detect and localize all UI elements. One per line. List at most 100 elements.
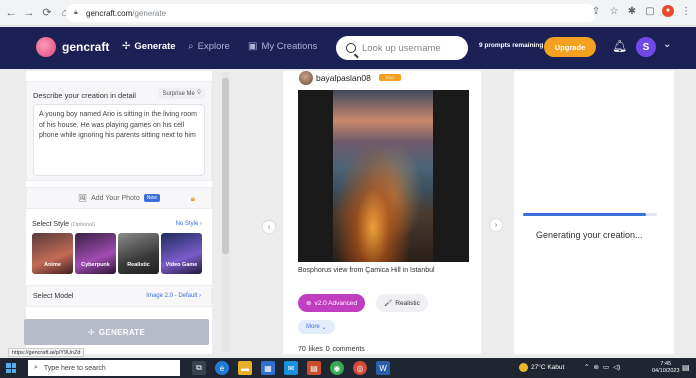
nav-my-creations[interactable]: ▣ My Creations: [248, 41, 317, 52]
style-chip[interactable]: 🖌︎ Realistic: [376, 294, 428, 312]
app-header: gencraft ✢ Generate ⌕ Explore ▣ My Creat…: [0, 27, 696, 69]
clock-date: 04/10/2023: [652, 368, 680, 374]
forward-icon[interactable]: →: [22, 6, 36, 20]
chevron-down-icon[interactable]: ⌄: [663, 39, 671, 50]
store-icon[interactable]: ▦: [261, 361, 275, 375]
menu-dots-icon[interactable]: ⋮: [680, 6, 692, 17]
model-value[interactable]: Image 2.0 - Default ›: [146, 293, 201, 299]
bookmark-star-icon[interactable]: ☆: [608, 6, 620, 17]
chevron-down-icon: ⌄: [321, 324, 327, 331]
creation-image[interactable]: [298, 90, 469, 262]
windows-start-icon[interactable]: [6, 363, 16, 373]
share-icon[interactable]: ⇪: [590, 6, 602, 17]
prompt-textarea[interactable]: A young boy named Ario is sitting in the…: [33, 104, 205, 176]
model-chip-label: v2.0 Advanced: [314, 299, 358, 307]
extensions-icon[interactable]: ✱: [626, 6, 638, 17]
no-style-link[interactable]: No Style ›: [176, 221, 202, 227]
image-icon: 🖼︎: [78, 195, 88, 202]
volume-icon[interactable]: ◁): [613, 363, 620, 371]
chevron-up-icon[interactable]: ⌃: [584, 363, 589, 371]
panel-scrollbar-thumb[interactable]: [222, 78, 229, 254]
username-search-input[interactable]: Look up username: [336, 36, 468, 60]
search-icon: [346, 43, 356, 53]
url-path: /generate: [132, 8, 167, 18]
brand-logo[interactable]: gencraft: [36, 37, 109, 57]
mail-icon[interactable]: ✉: [284, 361, 298, 375]
window-icon[interactable]: ▢: [644, 6, 656, 17]
style-video-game[interactable]: Video Game: [161, 233, 202, 274]
prompts-remaining: 9 prompts remaining: [479, 42, 544, 49]
nav-creations-label: My Creations: [261, 41, 318, 52]
sparkle-icon: ✢: [122, 41, 131, 52]
gencraft-logo-icon: [36, 37, 56, 57]
reload-icon[interactable]: ⟳: [40, 6, 54, 20]
more-label: More: [306, 324, 320, 330]
bosphorus-image: [333, 90, 433, 262]
add-photo-label: Add Your Photo: [91, 194, 140, 202]
comments-count[interactable]: 0 comments: [326, 346, 365, 353]
image-caption: Bosphorus view from Çamica Hill in Istan…: [298, 267, 435, 274]
task-view-icon[interactable]: ⧉: [192, 361, 206, 375]
lock-icon: 🔒︎: [74, 9, 78, 16]
likes-count[interactable]: 70 likes: [298, 346, 323, 353]
creation-panel: Describe your creation in detail Surpris…: [26, 71, 212, 354]
select-style-label: Select Style: [32, 221, 69, 228]
generation-status-pane: Generating your creation...: [514, 71, 674, 354]
bell-icon[interactable]: 🔔︎: [612, 39, 627, 53]
add-photo-button[interactable]: 🖼︎ Add Your Photo New 🔒︎: [26, 187, 212, 209]
chrome-icon[interactable]: ◉: [330, 361, 344, 375]
pinned-apps: ⧉ e ▬ ▦ ✉ ▤ ◉ ◎ W: [192, 361, 390, 375]
back-icon[interactable]: ←: [4, 6, 18, 20]
nav-generate[interactable]: ✢ Generate: [122, 41, 176, 52]
generate-button[interactable]: ✢ GENERATE: [24, 319, 209, 345]
model-value-label: Image 2.0 - Default: [146, 293, 198, 299]
no-style-label: No Style: [175, 221, 199, 227]
next-arrow-icon[interactable]: ›: [489, 218, 503, 232]
file-explorer-icon[interactable]: ▬: [238, 361, 252, 375]
previous-arrow-icon[interactable]: ‹: [262, 220, 276, 234]
app-icon[interactable]: ▤: [307, 361, 321, 375]
surprise-label: Surprise Me: [162, 90, 195, 97]
generating-text: Generating your creation...: [536, 230, 643, 240]
gallery-icon: ▣: [248, 41, 258, 52]
browser-toolbar: ← → ⟳ ⌂ 🔒︎ gencraft.com /generate ⇪ ☆ ✱ …: [0, 0, 696, 26]
battery-icon[interactable]: ▭: [603, 363, 609, 371]
address-bar[interactable]: 🔒︎ gencraft.com /generate: [66, 4, 596, 22]
style-anime[interactable]: Anime: [32, 233, 73, 274]
describe-card: Describe your creation in detail Surpris…: [26, 81, 212, 181]
username[interactable]: bayalpaslan08: [316, 73, 371, 83]
search-icon: ⌕: [188, 41, 194, 52]
edge-icon[interactable]: e: [215, 361, 229, 375]
browser-icon[interactable]: ◎: [353, 361, 367, 375]
model-icon: ⊛: [306, 300, 312, 307]
lightbulb-icon: 💡︎: [196, 90, 201, 96]
model-chip[interactable]: ⊛ v2.0 Advanced: [298, 294, 366, 312]
surprise-me-button[interactable]: Surprise Me 💡︎: [158, 88, 205, 99]
brush-icon: 🖌︎: [384, 300, 393, 307]
word-icon[interactable]: W: [376, 361, 390, 375]
style-cyberpunk[interactable]: Cyberpunk: [75, 233, 116, 274]
optional-label: (Optional): [70, 222, 96, 228]
weather-widget[interactable]: 27°C Kabut: [519, 363, 564, 372]
generation-progress-bar: [523, 213, 657, 216]
user-avatar[interactable]: [299, 71, 313, 85]
style-options: Anime Cyberpunk Realistic Video Game: [32, 233, 202, 274]
clock-time: 7:45: [660, 361, 672, 367]
more-button[interactable]: More ⌄: [298, 320, 335, 334]
select-model-row[interactable]: Select Model Image 2.0 - Default ›: [26, 285, 212, 307]
taskbar-search-input[interactable]: ⌕ Type here to search: [28, 360, 180, 376]
nav-explore[interactable]: ⌕ Explore: [188, 41, 230, 52]
profile-extension-icon[interactable]: ●: [662, 5, 674, 17]
style-label: Cyberpunk: [81, 262, 110, 268]
search-icon: ⌕: [34, 364, 38, 371]
select-style-title: Select Style (Optional): [32, 221, 95, 228]
network-icon[interactable]: ⊚: [593, 363, 598, 371]
style-realistic[interactable]: Realistic: [118, 233, 159, 274]
style-label: Anime: [44, 262, 61, 268]
weather-icon: [519, 363, 528, 372]
system-clock[interactable]: 7:45 04/10/2023: [652, 361, 680, 375]
generate-label: GENERATE: [98, 327, 146, 337]
avatar[interactable]: S: [636, 37, 656, 57]
notification-icon[interactable]: ▤: [682, 363, 690, 372]
upgrade-button[interactable]: Upgrade: [544, 37, 596, 57]
